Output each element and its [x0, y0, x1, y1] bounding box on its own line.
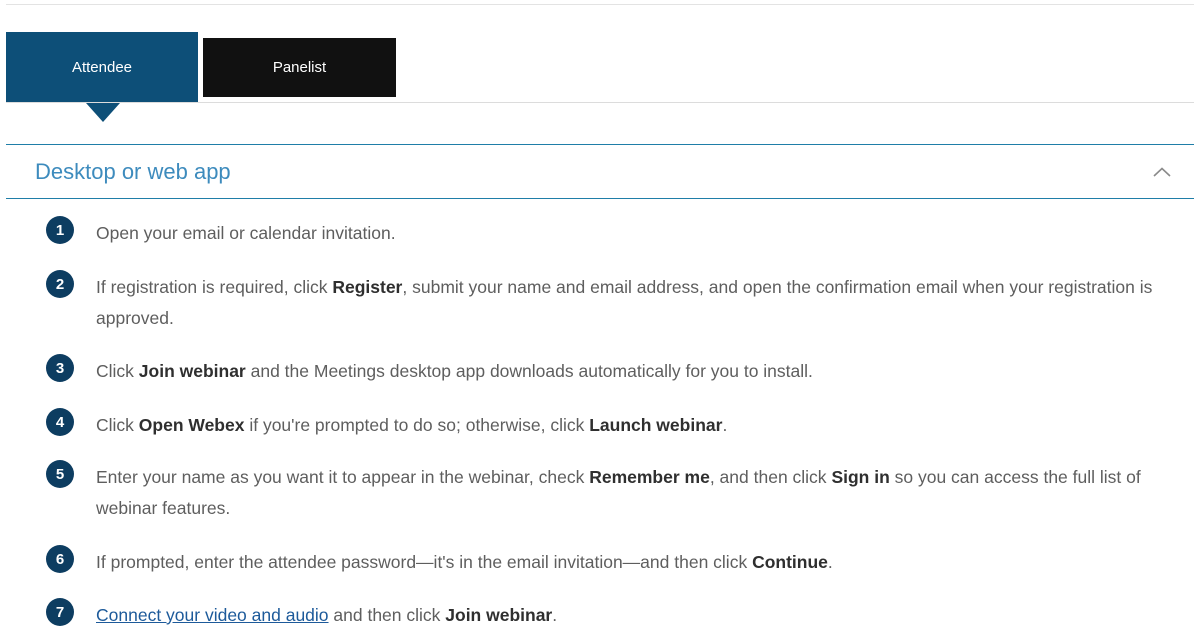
- step-text: Open your email or calendar invitation.: [96, 218, 1166, 249]
- step-text-part: Click: [96, 361, 139, 381]
- ui-term-continue: Continue: [752, 552, 828, 572]
- step-text: Enter your name as you want it to appear…: [96, 462, 1166, 524]
- ui-term-sign-in: Sign in: [831, 467, 890, 487]
- step-text-part: .: [722, 415, 728, 435]
- tab-attendee[interactable]: Attendee: [6, 32, 198, 122]
- step-text-part: Open your email or calendar invitation.: [96, 223, 396, 243]
- tab-bar-divider: [6, 102, 1194, 103]
- accordion-title: Desktop or web app: [35, 158, 231, 184]
- step-number-badge: 1: [46, 216, 74, 244]
- step-number-badge: 2: [46, 270, 74, 298]
- step-number-badge: 6: [46, 545, 74, 573]
- accordion-desktop-web-app: Desktop or web app: [6, 144, 1194, 199]
- step-number-badge: 5: [46, 460, 74, 488]
- ui-term-join-webinar: Join webinar: [138, 361, 246, 381]
- tab-bar: Attendee Panelist: [6, 32, 1194, 122]
- ui-term-remember-me: Remember me: [589, 467, 710, 487]
- step-text-part: and then click: [328, 605, 446, 625]
- top-divider: [6, 4, 1194, 5]
- step-number-badge: 3: [46, 354, 74, 382]
- step-text-part: If registration is required, click: [96, 277, 333, 297]
- step-text-part: Click: [96, 415, 139, 435]
- step-text: If registration is required, click Regis…: [96, 272, 1166, 334]
- step-text: If prompted, enter the attendee password…: [96, 547, 1166, 578]
- ui-term-open-webex: Open Webex: [138, 415, 245, 435]
- step-text-part: if you're prompted to do so; otherwise, …: [244, 415, 590, 435]
- accordion-header[interactable]: Desktop or web app: [6, 144, 1194, 199]
- step-number-badge: 7: [46, 598, 74, 626]
- step-text-part: and the Meetings desktop app downloads a…: [245, 361, 813, 381]
- connect-video-audio-link[interactable]: Connect your video and audio: [96, 605, 329, 625]
- tab-attendee-label: Attendee: [71, 59, 133, 76]
- step-number-badge: 4: [46, 408, 74, 436]
- ui-term-launch-webinar: Launch webinar: [589, 415, 723, 435]
- chevron-up-icon[interactable]: [1150, 160, 1174, 184]
- active-tab-caret: [86, 103, 120, 122]
- tab-panelist-label: Panelist: [272, 59, 327, 76]
- ui-term-register: Register: [332, 277, 403, 297]
- step-text-part: If prompted, enter the attendee password…: [96, 552, 753, 572]
- tab-panelist[interactable]: Panelist: [203, 38, 396, 97]
- step-text: Connect your video and audio and then cl…: [96, 600, 1166, 631]
- step-text-part: .: [552, 605, 558, 625]
- step-text-part: , and then click: [709, 467, 832, 487]
- step-text: Click Open Webex if you're prompted to d…: [96, 410, 1166, 441]
- step-text-part: Enter your name as you want it to appear…: [96, 467, 590, 487]
- step-text-part: .: [827, 552, 833, 572]
- ui-term-join-webinar: Join webinar: [445, 605, 553, 625]
- step-text: Click Join webinar and the Meetings desk…: [96, 356, 1166, 387]
